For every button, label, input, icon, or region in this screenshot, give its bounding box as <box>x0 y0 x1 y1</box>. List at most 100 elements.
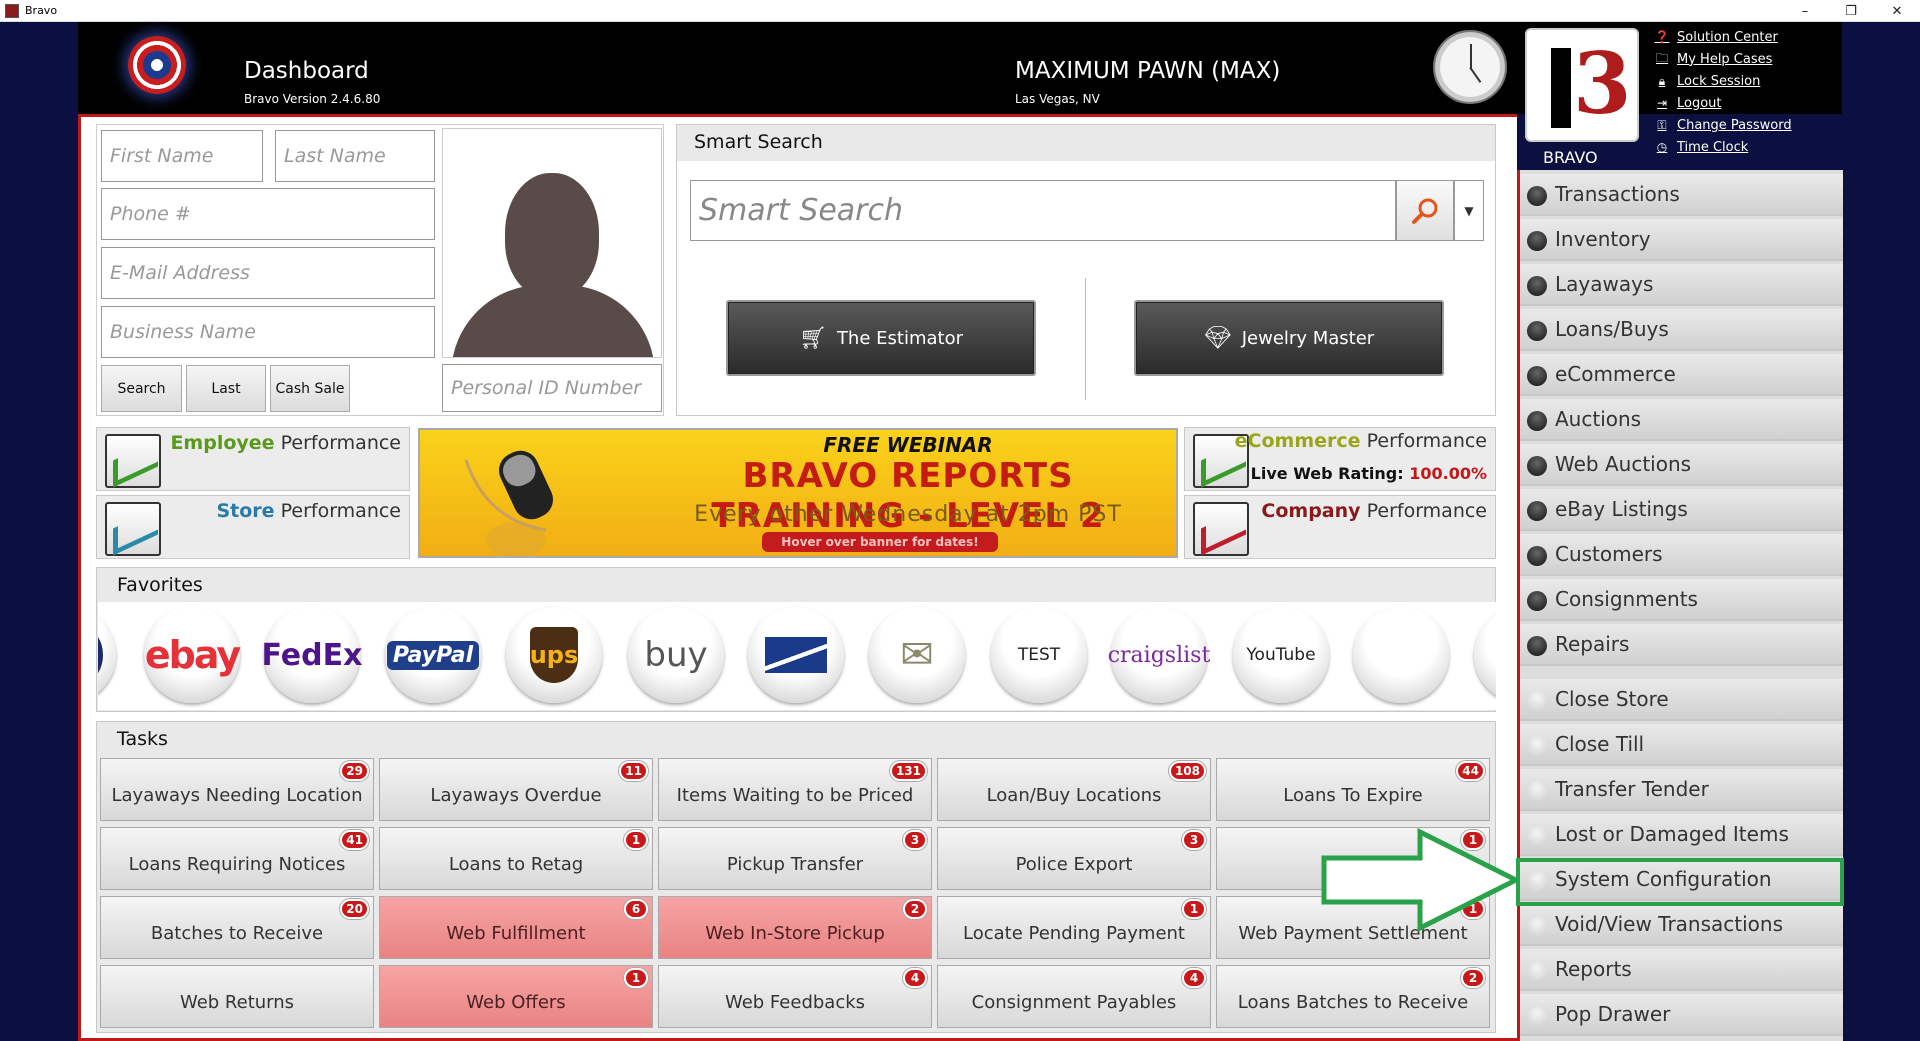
nav-item-transfer-tender[interactable]: Transfer Tender <box>1520 769 1843 811</box>
nav-item-label: Close Till <box>1555 732 1645 756</box>
task-count-badge: 11 <box>619 761 648 781</box>
task-tile[interactable]: Layaways Overdue 11 <box>379 758 653 821</box>
nav-item-label: Close Store <box>1555 687 1669 711</box>
task-tile[interactable]: Batches to Receive 20 <box>100 896 374 959</box>
pointer-arrow-icon <box>1321 828 1520 932</box>
nav-item-reports[interactable]: Reports <box>1520 949 1843 991</box>
nav-item-consignments[interactable]: Consignments <box>1520 579 1843 621</box>
favorite-usps[interactable] <box>748 607 844 703</box>
search-button[interactable]: Search <box>101 365 182 412</box>
nav-item-close-store[interactable]: Close Store <box>1520 679 1843 721</box>
favorite-craigslist[interactable]: craigslist <box>1108 607 1210 703</box>
nav-item-lost-or-damaged-items[interactable]: Lost or Damaged Items <box>1520 814 1843 856</box>
smart-search-dropdown[interactable]: ▼ <box>1454 180 1484 241</box>
link-label: Logout <box>1677 95 1722 111</box>
link-label: Change Password <box>1677 117 1792 133</box>
nav-item-label: Pop Drawer <box>1555 1002 1671 1026</box>
task-count-badge: 44 <box>1456 761 1485 781</box>
task-tile[interactable]: Police Export 3 <box>937 827 1211 890</box>
task-tile[interactable]: Locate Pending Payment 1 <box>937 896 1211 959</box>
bullet-icon <box>1527 501 1547 521</box>
task-tile[interactable]: Layaways Needing Location 29 <box>100 758 374 821</box>
change-password-link[interactable]: ⚿ Change Password <box>1653 114 1792 136</box>
favorite-test[interactable]: TEST <box>991 607 1087 703</box>
task-tile[interactable]: Web Fulfillment 6 <box>379 896 653 959</box>
last-button[interactable]: Last <box>186 365 266 412</box>
ecommerce-performance-tile[interactable]: eCommerce Performance Live Web Rating: 1… <box>1184 427 1496 491</box>
my-help-cases-link[interactable]: 🗀 My Help Cases <box>1653 48 1792 70</box>
task-tile[interactable]: Web Returns <box>100 965 374 1028</box>
favorite-youtube[interactable]: YouTube <box>1233 607 1329 703</box>
restore-button[interactable]: ❐ <box>1828 0 1874 22</box>
nav-item-loans-buys[interactable]: Loans/Buys <box>1520 309 1843 351</box>
task-tile[interactable]: Items Waiting to be Priced 131 <box>658 758 932 821</box>
personal-id-input[interactable]: Personal ID Number <box>442 364 662 412</box>
shield-logo-icon <box>128 36 186 94</box>
search-icon <box>1412 198 1438 224</box>
shopping-cart-icon: 🛒︎ <box>799 325 827 351</box>
nav-item-ebay-listings[interactable]: eBay Listings <box>1520 489 1843 531</box>
task-tile[interactable]: Loan/Buy Locations 108 <box>937 758 1211 821</box>
time-clock-link[interactable]: ◷ Time Clock <box>1653 136 1792 158</box>
bullet-icon <box>1527 546 1547 566</box>
favorite-empty-partial[interactable] <box>1474 607 1496 703</box>
nav-item-repairs[interactable]: Repairs <box>1520 624 1843 666</box>
minimize-button[interactable]: – <box>1782 0 1828 22</box>
nav-item-inventory[interactable]: Inventory <box>1520 219 1843 261</box>
task-tile[interactable]: Web Feedbacks 4 <box>658 965 932 1028</box>
jewelry-master-button[interactable]: 💎︎ Jewelry Master <box>1134 300 1444 376</box>
nav-item-auctions[interactable]: Auctions <box>1520 399 1843 441</box>
close-window-button[interactable]: ✕ <box>1874 0 1920 22</box>
task-tile[interactable]: Loans To Expire 44 <box>1216 758 1490 821</box>
nav-item-label: Reports <box>1555 957 1632 981</box>
smart-search-input[interactable]: Smart Search <box>690 180 1396 241</box>
company-performance-tile[interactable]: Company Performance <box>1184 495 1496 559</box>
business-name-input[interactable]: Business Name <box>101 306 435 358</box>
favorite-fedex[interactable]: FedEx <box>262 607 362 703</box>
nav-item-layaways[interactable]: Layaways <box>1520 264 1843 306</box>
banner-line-3: Every other Wednesday at 2pm PST <box>694 502 1122 527</box>
nav-item-pop-drawer[interactable]: Pop Drawer <box>1520 994 1843 1036</box>
favorite-buy[interactable]: buy <box>628 607 724 703</box>
favorite-paypal[interactable]: PayPal <box>385 607 481 703</box>
last-name-input[interactable]: Last Name <box>275 130 435 182</box>
logout-icon: ⇥ <box>1656 96 1668 110</box>
first-name-input[interactable]: First Name <box>101 130 263 182</box>
email-input[interactable]: E-Mail Address <box>101 247 435 299</box>
favorite-email[interactable]: ✉ <box>869 607 965 703</box>
favorite-ebay[interactable]: ebay <box>144 607 241 703</box>
task-tile[interactable]: Loans Requiring Notices 41 <box>100 827 374 890</box>
nav-item-void-view-transactions[interactable]: Void/View Transactions <box>1520 904 1843 946</box>
task-tile[interactable]: Web Offers 1 <box>379 965 653 1028</box>
smart-search-button[interactable] <box>1396 180 1454 241</box>
employee-performance-tile[interactable]: Employee Performance <box>96 427 410 491</box>
bullet-icon <box>1527 456 1547 476</box>
logout-link[interactable]: ⇥ Logout <box>1653 92 1792 114</box>
task-tile[interactable]: Loans to Retag 1 <box>379 827 653 890</box>
lock-session-link[interactable]: 🔒︎ Lock Session <box>1653 70 1792 92</box>
bullet-icon <box>1527 736 1547 756</box>
task-tile[interactable]: Web In-Store Pickup 2 <box>658 896 932 959</box>
nav-item-customers[interactable]: Customers <box>1520 534 1843 576</box>
nav-item-transactions[interactable]: Transactions <box>1520 174 1843 216</box>
nav-item-ecommerce[interactable]: eCommerce <box>1520 354 1843 396</box>
favorite-seal[interactable] <box>98 607 116 703</box>
store-performance-tile[interactable]: Store Performance <box>96 495 410 559</box>
task-count-badge: 3 <box>1182 830 1206 850</box>
nav-item-web-auctions[interactable]: Web Auctions <box>1520 444 1843 486</box>
phone-input[interactable]: Phone # <box>101 188 435 240</box>
cash-sale-button[interactable]: Cash Sale <box>270 365 350 412</box>
task-count-badge: 2 <box>1461 968 1485 988</box>
task-tile[interactable]: Pickup Transfer 3 <box>658 827 932 890</box>
nav-item-label: Inventory <box>1555 227 1651 251</box>
webinar-banner[interactable]: FREE WEBINAR BRAVO REPORTS TRAINING - LE… <box>418 428 1178 558</box>
web-rating-label: Live Web Rating: <box>1250 464 1404 483</box>
task-tile[interactable]: Consignment Payables 4 <box>937 965 1211 1028</box>
task-tile[interactable]: Loans Batches to Receive 2 <box>1216 965 1490 1028</box>
estimator-button[interactable]: 🛒︎ The Estimator <box>726 300 1036 376</box>
nav-item-close-till[interactable]: Close Till <box>1520 724 1843 766</box>
favorite-ups[interactable]: ups <box>506 607 602 703</box>
favorite-empty[interactable] <box>1353 607 1449 703</box>
diamond-icon: 💎︎ <box>1203 325 1232 351</box>
solution-center-link[interactable]: ❓ Solution Center <box>1653 26 1792 48</box>
